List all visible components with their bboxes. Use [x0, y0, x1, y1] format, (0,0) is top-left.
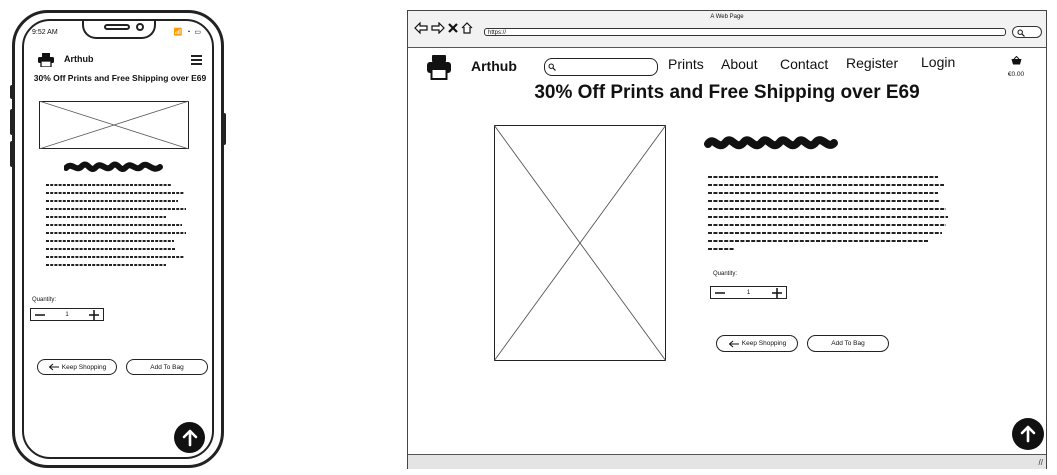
quantity-stepper[interactable]: 1 [30, 308, 104, 321]
address-bar[interactable]: https:// [484, 28, 1006, 36]
nav-link-prints[interactable]: Prints [668, 56, 704, 72]
add-to-bag-button[interactable]: Add To Bag [126, 359, 208, 375]
window-title: A Web Page [710, 14, 744, 20]
phone-side-button [10, 85, 15, 99]
product-image-placeholder [39, 101, 189, 149]
shopping-basket-icon [1011, 55, 1021, 65]
back-to-top-button[interactable] [174, 422, 205, 453]
product-description-scribble [46, 184, 186, 266]
nav-link-login[interactable]: Login [921, 54, 955, 70]
browser-status-bar: // [408, 454, 1046, 469]
close-icon[interactable] [448, 23, 458, 33]
nav-link-register[interactable]: Register [846, 55, 898, 71]
search-icon [1017, 29, 1025, 37]
keep-shopping-label: Keep Shopping [61, 363, 107, 371]
phone-side-button [10, 109, 15, 135]
browser-search-box[interactable] [1012, 26, 1042, 38]
back-to-top-button[interactable] [1012, 418, 1044, 450]
keep-shopping-button[interactable]: Keep Shopping [37, 359, 117, 375]
search-icon [548, 63, 556, 71]
hamburger-icon[interactable] [191, 55, 202, 67]
product-title-scribble [704, 136, 838, 150]
arrow-left-icon [728, 340, 739, 347]
forward-icon[interactable] [431, 22, 445, 34]
product-title-scribble [64, 161, 163, 172]
product-image-placeholder [494, 125, 666, 361]
add-to-bag-label: Add To Bag [831, 340, 865, 347]
quantity-value[interactable]: 1 [747, 290, 750, 296]
plus-icon[interactable] [772, 287, 782, 298]
promo-banner: 30% Off Prints and Free Shipping over E6… [534, 82, 920, 103]
brand-name[interactable]: Arthub [471, 58, 517, 74]
shopping-bag[interactable]: €0.00 [1003, 52, 1029, 78]
phone-side-button [221, 113, 226, 145]
bag-total: €0.00 [1007, 71, 1025, 78]
add-to-bag-button[interactable]: Add To Bag [807, 335, 889, 352]
minus-icon[interactable] [35, 313, 45, 317]
phone-speaker [104, 24, 130, 30]
status-icons: 📶 ◔ ▭ [173, 29, 202, 36]
plus-icon[interactable] [89, 309, 99, 320]
arrow-up-icon [182, 429, 197, 446]
promo-banner: 30% Off Prints and Free Shipping over E6… [33, 73, 207, 83]
phone-screen: 9:52 AM 📶 ◔ ▭ Arthub 30% Off Prints and … [22, 19, 214, 459]
keep-shopping-label: Keep Shopping [741, 340, 787, 347]
phone-notch [82, 21, 156, 39]
site-search-input[interactable] [544, 58, 658, 76]
quantity-stepper[interactable]: 1 [710, 286, 787, 299]
phone-mockup: 9:52 AM 📶 ◔ ▭ Arthub 30% Off Prints and … [10, 10, 226, 468]
browser-window: A Web Page https:// Arthub Prints About … [407, 10, 1047, 469]
brand-name[interactable]: Arthub [64, 54, 94, 64]
quantity-value[interactable]: 1 [65, 312, 68, 318]
status-time: 9:52 AM [32, 29, 58, 36]
home-icon[interactable] [461, 22, 473, 34]
phone-camera [136, 23, 144, 31]
quantity-label: Quantity: [713, 271, 738, 277]
printer-icon[interactable] [38, 53, 54, 67]
nav-link-contact[interactable]: Contact [780, 56, 828, 72]
keep-shopping-button[interactable]: Keep Shopping [716, 335, 798, 352]
browser-nav-buttons [414, 22, 473, 34]
nav-link-about[interactable]: About [721, 56, 758, 72]
quantity-label: Quantity: [32, 297, 57, 303]
minus-icon[interactable] [715, 291, 725, 295]
printer-icon[interactable] [426, 54, 452, 80]
arrow-up-icon [1020, 425, 1036, 443]
phone-side-button [10, 141, 15, 167]
back-icon[interactable] [414, 22, 428, 34]
resize-handle-icon[interactable]: // [1039, 458, 1043, 467]
add-to-bag-label: Add To Bag [150, 363, 184, 371]
browser-toolbar: A Web Page https:// [408, 11, 1046, 48]
arrow-left-icon [48, 363, 59, 371]
product-description-scribble [708, 176, 948, 250]
